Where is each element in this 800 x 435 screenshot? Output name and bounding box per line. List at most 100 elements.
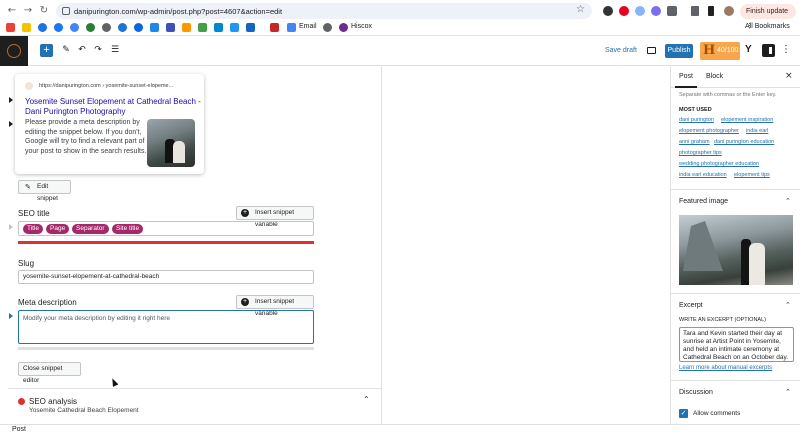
bookmarks-bar: Email Hiscox All Bookmarks: [0, 20, 800, 35]
plus-icon: +: [241, 209, 249, 217]
bookmark-icon[interactable]: [339, 23, 348, 32]
publish-button[interactable]: Publish: [665, 44, 693, 58]
bookmark-icon[interactable]: [86, 23, 95, 32]
discussion-heading[interactable]: Discussion: [679, 389, 713, 396]
preview-icon[interactable]: [647, 47, 656, 54]
divider: [671, 189, 800, 190]
bookmark-icon[interactable]: [118, 23, 127, 32]
bookmark-icon[interactable]: [150, 23, 159, 32]
site-info-icon[interactable]: [62, 7, 70, 15]
sidepanel-icon[interactable]: [691, 6, 699, 16]
tag-link[interactable]: wedding photographer education: [679, 161, 759, 167]
excerpt-textarea[interactable]: Tara and Kevin started their day at sunr…: [679, 327, 794, 362]
tag-link[interactable]: elopement photographer: [679, 128, 739, 134]
bookmark-icon[interactable]: [323, 23, 332, 32]
bookmark-icon[interactable]: [246, 23, 255, 32]
bookmark-icon[interactable]: [22, 23, 31, 32]
profile-avatar[interactable]: [724, 6, 734, 16]
tag-link[interactable]: photographer tips: [679, 150, 722, 156]
featured-image-heading[interactable]: Featured image: [679, 198, 728, 205]
bookmark-icon[interactable]: [287, 23, 296, 32]
bookmark-email[interactable]: Email: [299, 23, 317, 30]
bookmark-icon[interactable]: [270, 23, 279, 32]
gmail-icon[interactable]: [6, 23, 15, 32]
learn-more-link[interactable]: Learn more about manual excerpts: [679, 365, 772, 371]
save-draft-button[interactable]: Save draft: [605, 47, 637, 54]
tags-hint: Separate with commas or the Enter key.: [679, 92, 777, 98]
finish-update-button[interactable]: Finish update ⋮: [740, 4, 796, 30]
insert-variable-button[interactable]: + Insert snippet variable: [236, 295, 314, 317]
redo-icon[interactable]: ↷: [92, 44, 104, 57]
mouse-cursor: [109, 377, 119, 387]
pinterest-icon[interactable]: [619, 6, 629, 16]
reload-icon[interactable]: ↻: [38, 5, 50, 17]
tag-link[interactable]: elopement tips: [734, 172, 770, 178]
chevron-up-icon[interactable]: ⌃: [785, 388, 791, 396]
meta-description-input[interactable]: Modify your meta description by editing …: [18, 310, 314, 344]
all-bookmarks[interactable]: All Bookmarks: [745, 23, 790, 30]
bookmark-icon[interactable]: [198, 23, 207, 32]
bookmark-star-icon[interactable]: ☆: [576, 4, 585, 15]
tab-post[interactable]: Post: [679, 73, 693, 80]
settings-sidebar-button[interactable]: [762, 44, 775, 57]
breadcrumb-post[interactable]: Post: [12, 426, 26, 433]
close-icon[interactable]: ×: [785, 71, 793, 81]
yoast-icon[interactable]: Y: [745, 44, 757, 57]
tag-link[interactable]: elopement inspiration: [721, 117, 773, 123]
puzzle-icon[interactable]: [667, 6, 677, 16]
meta-description-label: Meta description: [18, 298, 77, 307]
tag-link[interactable]: dani purington education: [714, 139, 774, 145]
tag-link[interactable]: india earl: [746, 128, 768, 134]
variable-tag[interactable]: Site title: [112, 224, 144, 234]
extension-icon[interactable]: [635, 6, 645, 16]
chevron-up-icon[interactable]: ⌃: [785, 301, 791, 309]
more-options-icon[interactable]: ⋮: [781, 44, 791, 55]
browser-chrome: ← → ↻ danipurington.com/wp-admin/post.ph…: [0, 0, 800, 36]
slug-input[interactable]: yosemite-sunset-elopement-at-cathedral-b…: [18, 270, 314, 284]
variable-tag[interactable]: Title: [23, 224, 44, 234]
chevron-up-icon[interactable]: ⌃: [785, 197, 791, 205]
preview-title[interactable]: Yosemite Sunset Elopement at Cathedral B…: [25, 97, 205, 117]
meta-icon[interactable]: [134, 23, 143, 32]
allow-comments-checkbox[interactable]: ✓: [679, 409, 688, 418]
headline-score-button[interactable]: H 40/100: [700, 42, 740, 60]
bookmark-icon[interactable]: [102, 23, 111, 32]
excerpt-heading[interactable]: Excerpt: [679, 302, 703, 309]
seo-analysis-heading[interactable]: SEO analysis: [29, 397, 77, 406]
google-icon[interactable]: [70, 23, 79, 32]
bookmark-icon[interactable]: [230, 23, 239, 32]
tag-link[interactable]: india earl education: [679, 172, 727, 178]
facebook-icon[interactable]: [54, 23, 63, 32]
bookmark-icon[interactable]: [38, 23, 47, 32]
tab-block[interactable]: Block: [706, 73, 723, 80]
featured-image[interactable]: [679, 215, 793, 285]
list-view-icon[interactable]: ☰: [109, 44, 121, 57]
extension-icon[interactable]: [603, 6, 613, 16]
pencil-icon[interactable]: ✎: [60, 44, 72, 57]
extension-icon[interactable]: [651, 6, 661, 16]
undo-icon[interactable]: ↶: [76, 44, 88, 57]
variable-tag[interactable]: Page: [46, 224, 70, 234]
close-snippet-button[interactable]: Close snippet editor: [18, 362, 81, 384]
back-icon[interactable]: ←: [6, 5, 18, 17]
variable-tag[interactable]: Separator: [72, 224, 109, 234]
sidepanel-icon[interactable]: [708, 6, 714, 16]
edit-snippet-button[interactable]: ✎ Edit snippet: [18, 180, 71, 202]
chevron-up-icon[interactable]: ⌃: [363, 395, 370, 404]
bookmark-icon[interactable]: [182, 23, 191, 32]
seo-title-input[interactable]: Title Page Separator Site title: [18, 221, 314, 236]
forward-icon[interactable]: →: [22, 5, 34, 17]
site-logo[interactable]: [0, 36, 28, 66]
pencil-icon: ✎: [25, 183, 31, 191]
bookmark-icon[interactable]: [166, 23, 175, 32]
tag-link[interactable]: anni graham: [679, 139, 710, 145]
address-bar[interactable]: danipurington.com/wp-admin/post.php?post…: [56, 3, 592, 19]
insert-variable-button[interactable]: + Insert snippet variable: [236, 206, 314, 228]
caret-right-icon: [9, 97, 13, 103]
tag-link[interactable]: dani purington: [679, 117, 714, 123]
editor-canvas[interactable]: [383, 66, 670, 424]
bookmark-icon[interactable]: [214, 23, 223, 32]
bookmark-hiscox[interactable]: Hiscox: [351, 23, 372, 30]
add-block-button[interactable]: +: [40, 44, 53, 57]
block-breadcrumb: Post: [0, 424, 800, 435]
